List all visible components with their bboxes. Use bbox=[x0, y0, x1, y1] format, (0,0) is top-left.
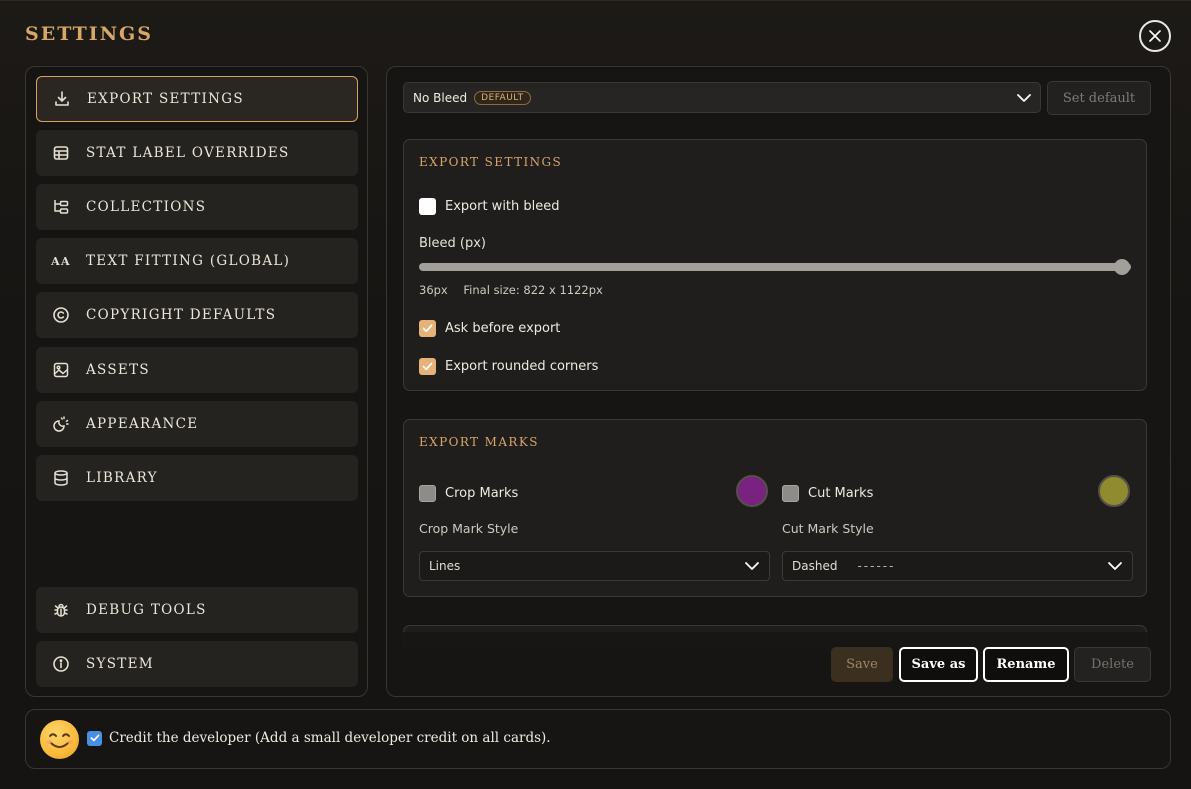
sidebar-item-label: APPEARANCE bbox=[86, 416, 199, 432]
export-rounded-corners-label: Export rounded corners bbox=[445, 359, 599, 374]
cut-mark-style-value: Dashed bbox=[792, 559, 838, 573]
sidebar-item-stat-label-overrides[interactable]: STAT LABEL OVERRIDES bbox=[36, 130, 358, 176]
rename-button[interactable]: Rename bbox=[983, 647, 1069, 682]
export-with-bleed-row[interactable]: Export with bleed bbox=[419, 198, 560, 215]
sidebar-item-label: COLLECTIONS bbox=[86, 199, 207, 215]
export-settings-card: EXPORT SETTINGS Export with bleed Bleed … bbox=[403, 139, 1147, 391]
cut-mark-style-select[interactable]: Dashed ------ bbox=[782, 551, 1133, 581]
delete-button[interactable]: Delete bbox=[1074, 647, 1151, 682]
copyright-icon bbox=[50, 304, 72, 326]
dash-style-preview: ------ bbox=[857, 559, 896, 573]
database-icon bbox=[50, 467, 72, 489]
sidebar-item-label: STAT LABEL OVERRIDES bbox=[86, 145, 290, 161]
save-button[interactable]: Save bbox=[831, 647, 893, 682]
crop-mark-style-select[interactable]: Lines bbox=[419, 551, 770, 581]
smiley-face-icon bbox=[40, 720, 79, 759]
sidebar-item-label: LIBRARY bbox=[86, 470, 158, 486]
page-title: SETTINGS bbox=[25, 23, 154, 45]
ask-before-export-label: Ask before export bbox=[445, 321, 561, 336]
bleed-size-info: 36px Final size: 822 x 1122px bbox=[419, 283, 603, 297]
set-default-button[interactable]: Set default bbox=[1047, 81, 1151, 115]
export-marks-heading: EXPORT MARKS bbox=[419, 435, 539, 449]
default-badge: DEFAULT bbox=[474, 90, 531, 105]
credit-developer-row[interactable]: Credit the developer (Add a small develo… bbox=[87, 730, 551, 746]
close-button[interactable] bbox=[1139, 20, 1171, 52]
settings-modal: SETTINGS EXPORT SETTINGS STAT LABEL OVER… bbox=[0, 0, 1191, 789]
sidebar-item-system[interactable]: SYSTEM bbox=[36, 641, 358, 687]
cut-marks-checkbox[interactable] bbox=[782, 485, 799, 502]
bleed-slider-thumb[interactable] bbox=[1114, 259, 1130, 275]
checkmark-icon bbox=[422, 324, 433, 333]
sidebar-item-copyright-defaults[interactable]: COPYRIGHT DEFAULTS bbox=[36, 292, 358, 338]
folder-tree-icon bbox=[50, 196, 72, 218]
preset-select-value: No Bleed bbox=[413, 90, 468, 105]
sun-moon-icon bbox=[50, 413, 72, 435]
table-icon bbox=[50, 142, 72, 164]
close-icon bbox=[1149, 30, 1161, 42]
sidebar-item-label: EXPORT SETTINGS bbox=[87, 91, 244, 107]
cut-marks-row[interactable]: Cut Marks bbox=[782, 485, 873, 502]
sidebar-item-label: ASSETS bbox=[86, 362, 150, 378]
sidebar-item-label: SYSTEM bbox=[86, 656, 154, 672]
cut-marks-color-swatch[interactable] bbox=[1098, 475, 1130, 507]
ask-before-export-checkbox[interactable] bbox=[419, 320, 436, 337]
final-size: Final size: 822 x 1122px bbox=[463, 283, 603, 297]
credit-developer-label: Credit the developer (Add a small develo… bbox=[109, 730, 551, 746]
export-settings-panel: No Bleed DEFAULT Set default EXPORT SETT… bbox=[386, 66, 1171, 697]
export-with-bleed-checkbox[interactable] bbox=[419, 198, 436, 215]
export-with-bleed-label: Export with bleed bbox=[445, 199, 560, 214]
crop-marks-row[interactable]: Crop Marks bbox=[419, 485, 518, 502]
chevron-down-icon bbox=[1017, 94, 1031, 102]
save-as-button[interactable]: Save as bbox=[899, 647, 978, 682]
export-rounded-corners-checkbox[interactable] bbox=[419, 358, 436, 375]
sidebar-item-assets[interactable]: ASSETS bbox=[36, 347, 358, 393]
chevron-down-icon bbox=[745, 562, 759, 570]
credit-bar: Credit the developer (Add a small develo… bbox=[25, 709, 1171, 769]
sidebar-item-text-fitting[interactable]: AA TEXT FITTING (GLOBAL) bbox=[36, 238, 358, 284]
checkmark-icon bbox=[90, 734, 99, 742]
image-icon bbox=[50, 359, 72, 381]
download-icon bbox=[51, 88, 73, 110]
ask-before-export-row[interactable]: Ask before export bbox=[419, 320, 560, 337]
export-settings-heading: EXPORT SETTINGS bbox=[419, 155, 563, 169]
crop-marks-label: Crop Marks bbox=[445, 486, 519, 501]
crop-marks-color-swatch[interactable] bbox=[736, 475, 768, 507]
cut-marks-label: Cut Marks bbox=[808, 486, 874, 501]
export-marks-card: EXPORT MARKS Crop Marks Cut Marks Crop M… bbox=[403, 419, 1147, 597]
crop-marks-checkbox[interactable] bbox=[419, 485, 436, 502]
text-size-icon: AA bbox=[51, 254, 71, 268]
sidebar-item-label: TEXT FITTING (GLOBAL) bbox=[86, 253, 291, 269]
sidebar-item-collections[interactable]: COLLECTIONS bbox=[36, 184, 358, 230]
info-icon bbox=[50, 653, 72, 675]
bleed-slider-track[interactable] bbox=[419, 263, 1131, 271]
settings-sidebar: EXPORT SETTINGS STAT LABEL OVERRIDES COL… bbox=[25, 66, 368, 697]
credit-developer-checkbox[interactable] bbox=[87, 730, 102, 746]
sidebar-item-debug-tools[interactable]: DEBUG TOOLS bbox=[36, 587, 358, 633]
chevron-down-icon bbox=[1108, 562, 1122, 570]
crop-mark-style-value: Lines bbox=[429, 559, 461, 573]
sidebar-item-label: COPYRIGHT DEFAULTS bbox=[86, 307, 277, 323]
sidebar-item-appearance[interactable]: APPEARANCE bbox=[36, 401, 358, 447]
sidebar-item-label: DEBUG TOOLS bbox=[86, 602, 207, 618]
checkmark-icon bbox=[422, 362, 433, 371]
bleed-value: 36px bbox=[419, 283, 448, 297]
bleed-label: Bleed (px) bbox=[419, 236, 486, 251]
bug-icon bbox=[50, 599, 72, 621]
sidebar-item-export-settings[interactable]: EXPORT SETTINGS bbox=[36, 76, 358, 122]
preset-select[interactable]: No Bleed DEFAULT bbox=[403, 82, 1041, 113]
sidebar-item-library[interactable]: LIBRARY bbox=[36, 455, 358, 501]
cut-mark-style-label: Cut Mark Style bbox=[782, 521, 874, 536]
crop-mark-style-label: Crop Mark Style bbox=[419, 521, 519, 536]
export-rounded-corners-row[interactable]: Export rounded corners bbox=[419, 358, 598, 375]
